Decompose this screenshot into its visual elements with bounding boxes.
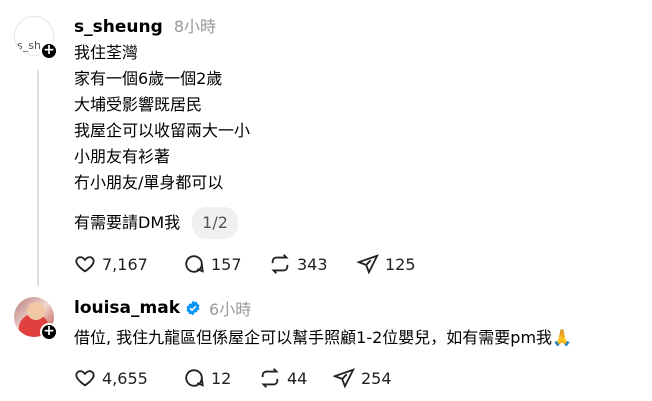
post-line: 小朋友有衫著 — [74, 147, 171, 166]
post-body: 我住荃灣 家有一個6歲一個2歲 大埔受影響既居民 我屋企可以收留兩大一小 小朋友… — [74, 40, 250, 196]
comment-count: 12 — [211, 368, 232, 388]
post-line: 有需要請DM我 — [74, 213, 181, 232]
thread-line — [37, 70, 39, 286]
post-line: 我住荃灣 — [74, 43, 139, 62]
repost-count: 343 — [297, 254, 328, 274]
repost-count: 44 — [287, 368, 308, 388]
post-text: 借位, 我住九龍區但係屋企可以幫手照顧1-2位嬰兒，如有需要pm我 — [74, 328, 553, 347]
timestamp[interactable]: 6小時 — [209, 296, 251, 320]
share-count: 125 — [385, 254, 416, 274]
repost-button[interactable]: 44 — [259, 367, 307, 389]
post-body: 借位, 我住九龍區但係屋企可以幫手照顧1-2位嬰兒，如有需要pm我🙏 — [74, 325, 572, 351]
like-button[interactable]: 4,655 — [74, 367, 148, 389]
comment-count: 157 — [211, 254, 242, 274]
like-count: 7,167 — [102, 254, 148, 274]
timestamp[interactable]: 8小時 — [174, 17, 216, 36]
post-line: 冇小朋友/單身都可以 — [74, 173, 224, 192]
share-icon — [357, 254, 379, 275]
like-button[interactable]: 7,167 — [74, 253, 148, 275]
share-icon — [333, 368, 355, 389]
page-indicator[interactable]: 1/2 — [192, 207, 238, 239]
username[interactable]: s_sheung — [74, 17, 163, 37]
follow-plus-icon[interactable]: + — [40, 323, 58, 341]
comment-button[interactable]: 157 — [183, 253, 242, 275]
repost-button[interactable]: 343 — [269, 253, 328, 275]
like-count: 4,655 — [102, 368, 148, 388]
username[interactable]: louisa_mak — [74, 298, 180, 318]
heart-icon — [75, 370, 95, 387]
avatar-louisa-mak[interactable]: + — [14, 297, 58, 341]
post-line: 大埔受影響既居民 — [74, 95, 203, 114]
comment-button[interactable]: 12 — [183, 367, 231, 389]
verified-badge-icon — [186, 300, 200, 316]
comment-icon — [185, 255, 204, 273]
comment-icon — [185, 369, 204, 387]
pray-emoji: 🙏 — [552, 328, 572, 347]
share-button[interactable]: 254 — [333, 367, 392, 389]
heart-icon — [75, 256, 95, 273]
post-line: 家有一個6歲一個2歲 — [74, 69, 223, 88]
repost-icon — [261, 368, 279, 388]
repost-icon — [271, 254, 289, 274]
share-button[interactable]: 125 — [357, 253, 416, 275]
post-line: 我屋企可以收留兩大一小 — [74, 121, 251, 140]
follow-plus-icon[interactable]: + — [40, 42, 58, 60]
share-count: 254 — [361, 368, 392, 388]
avatar-s-sheung[interactable]: s_sh + — [14, 16, 58, 60]
